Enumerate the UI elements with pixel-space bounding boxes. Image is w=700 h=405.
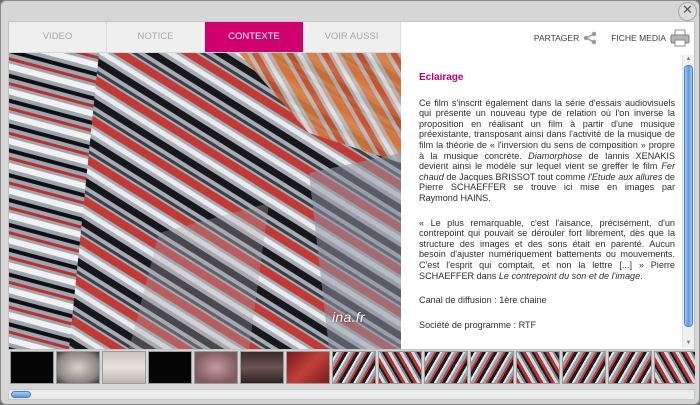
- actions-bar: PARTAGER FICHE MEDIA: [534, 27, 690, 49]
- text-segment: Diamorphose: [528, 150, 583, 161]
- tab-notice[interactable]: NOTICE: [107, 22, 205, 52]
- thumbnail-frame[interactable]: [654, 351, 695, 384]
- text-segment: l'Etude aux allures: [588, 171, 663, 182]
- thumbnail-frame[interactable]: [424, 351, 468, 384]
- share-label: PARTAGER: [533, 33, 580, 43]
- thumbnail-frame[interactable]: [194, 351, 238, 384]
- thumbnail-frame[interactable]: [332, 351, 376, 384]
- article-paragraph-1: Ce film s'inscrit également dans la séri…: [419, 98, 675, 204]
- text-segment: Le contrepoint du son et de l'image: [498, 270, 641, 281]
- thumbnail-frame[interactable]: [470, 351, 514, 384]
- share-button[interactable]: PARTAGER: [534, 31, 597, 45]
- thumbnail-frame[interactable]: [378, 351, 422, 384]
- article-paragraph-2: « Le plus remarquable, c'est l'aisance, …: [419, 218, 675, 282]
- horizontal-scroll-thumb[interactable]: [11, 391, 31, 398]
- scroll-up-arrow-icon[interactable]: ▲: [684, 55, 693, 64]
- thumbnail-frame[interactable]: [148, 351, 192, 384]
- text-segment: .: [640, 270, 643, 281]
- program-company: Société de programme : RTF: [419, 319, 537, 330]
- tab-voir-aussi[interactable]: VOIR AUSSI: [303, 22, 401, 52]
- thumbnail-list: [10, 351, 695, 384]
- thumbnail-frame[interactable]: [10, 351, 54, 384]
- broadcast-channel: Canal de diffusion : 1ère chaine: [419, 295, 547, 306]
- text-segment: de Jacques BRISSOT tout comme: [443, 171, 589, 182]
- scroll-down-arrow-icon[interactable]: ▼: [684, 339, 693, 348]
- tab-contexte[interactable]: CONTEXTE: [205, 22, 303, 52]
- thumbnail-frame[interactable]: [562, 351, 606, 384]
- content-panel: VIDEO NOTICE CONTEXTE VOIR AUSSI PARTAGE…: [8, 21, 695, 350]
- media-popup-window: ✕ VIDEO NOTICE CONTEXTE VOIR AUSSI PARTA…: [0, 0, 700, 405]
- fiche-media-label: FICHE MEDIA: [611, 33, 666, 43]
- thumbnail-frame[interactable]: [240, 351, 284, 384]
- thumbnail-frame[interactable]: [286, 351, 330, 384]
- share-icon: [584, 31, 597, 45]
- tab-bar: VIDEO NOTICE CONTEXTE VOIR AUSSI: [9, 22, 401, 53]
- tab-video[interactable]: VIDEO: [9, 22, 107, 52]
- thumbnail-strip: [8, 351, 695, 387]
- thumbnail-frame[interactable]: [516, 351, 560, 384]
- ina-logo: ina.fr: [332, 309, 365, 325]
- vertical-scroll-thumb[interactable]: [684, 65, 693, 327]
- article-title: Éclairage: [419, 73, 464, 83]
- vertical-scrollbar[interactable]: ▲ ▼: [682, 55, 694, 348]
- horizontal-scrollbar[interactable]: [8, 389, 695, 400]
- video-frame[interactable]: ina.fr: [9, 53, 401, 349]
- thumbnail-frame[interactable]: [56, 351, 100, 384]
- video-image: [9, 53, 401, 349]
- close-button[interactable]: ✕: [678, 2, 697, 21]
- thumbnail-frame[interactable]: [608, 351, 652, 384]
- context-article: Éclairage Ce film s'inscrit également da…: [419, 73, 675, 349]
- thumbnail-frame[interactable]: [102, 351, 146, 384]
- print-icon: [670, 29, 690, 47]
- fiche-media-button[interactable]: FICHE MEDIA: [611, 29, 690, 47]
